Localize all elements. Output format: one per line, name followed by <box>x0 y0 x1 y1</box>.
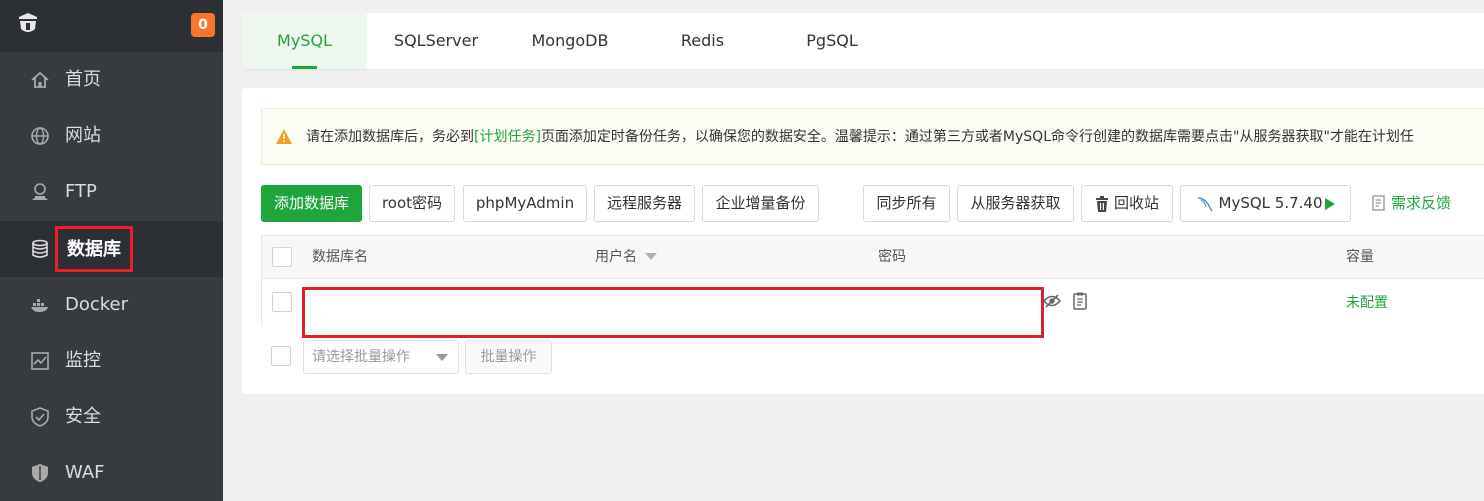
sidebar: 0 首页 网站 FTP 数据库 Docker 监控 安全 WAF <box>0 0 223 501</box>
tab-mongodb[interactable]: MongoDB <box>505 13 635 69</box>
db-type-tabs: MySQL SQLServer MongoDB Redis PgSQL <box>242 13 1484 69</box>
monitor-icon <box>31 352 49 370</box>
mysql-version-label: MySQL 5.7.40 <box>1218 194 1323 212</box>
notification-badge[interactable]: 0 <box>191 13 215 37</box>
sidebar-item-website[interactable]: 网站 <box>0 108 223 164</box>
sidebar-item-docker[interactable]: Docker <box>0 277 223 333</box>
batch-operation-select[interactable]: 请选择批量操作 <box>303 340 459 374</box>
chevron-down-icon <box>436 354 448 361</box>
sync-all-button[interactable]: 同步所有 <box>863 185 950 222</box>
tab-sqlserver[interactable]: SQLServer <box>367 13 505 69</box>
waf-shield-icon <box>32 464 48 482</box>
sidebar-item-label: FTP <box>65 181 97 202</box>
feedback-link[interactable]: 需求反馈 <box>1372 192 1451 214</box>
column-header-user[interactable]: 用户名 <box>595 236 657 279</box>
tab-redis[interactable]: Redis <box>635 13 770 69</box>
root-password-button[interactable]: root密码 <box>369 185 455 222</box>
sidebar-item-label: 监控 <box>65 350 101 371</box>
get-from-server-button[interactable]: 从服务器获取 <box>957 185 1074 222</box>
sort-down-icon <box>645 253 657 260</box>
sidebar-item-monitor[interactable]: 监控 <box>0 333 223 389</box>
column-header-password[interactable]: 密码 <box>878 236 906 279</box>
batch-operation-button[interactable]: 批量操作 <box>465 340 552 374</box>
cron-task-link[interactable]: [计划任务] <box>474 129 541 145</box>
column-header-capacity[interactable]: 容量 <box>1346 236 1374 279</box>
notice-text: 请在添加数据库后，务必到[计划任务]页面添加定时备份任务，以确保您的数据安全。温… <box>306 127 1414 147</box>
remote-server-button[interactable]: 远程服务器 <box>594 185 695 222</box>
capacity-status[interactable]: 未配置 <box>1346 292 1388 314</box>
batch-select-all-checkbox[interactable] <box>271 346 291 366</box>
enterprise-backup-button[interactable]: 企业增量备份 <box>702 185 819 222</box>
sidebar-item-waf[interactable]: WAF <box>0 445 223 501</box>
globe-icon <box>31 127 49 145</box>
ftp-icon <box>32 183 48 200</box>
highlight-box <box>302 287 1044 338</box>
batch-operation-placeholder: 请选择批量操作 <box>312 349 410 365</box>
docker-icon <box>31 299 48 312</box>
recycle-bin-button[interactable]: 回收站 <box>1081 185 1173 222</box>
play-icon <box>1325 197 1336 210</box>
add-database-button[interactable]: 添加数据库 <box>261 185 362 222</box>
database-panel: 请在添加数据库后，务必到[计划任务]页面添加定时备份任务，以确保您的数据安全。温… <box>242 88 1484 394</box>
table-header: 数据库名 用户名 密码 容量 <box>262 236 1484 279</box>
recycle-bin-label: 回收站 <box>1113 194 1159 212</box>
copy-password-icon[interactable] <box>1072 292 1088 310</box>
tab-pgsql[interactable]: PgSQL <box>770 13 894 69</box>
sidebar-item-label: 数据库 <box>55 226 133 272</box>
trash-icon <box>1095 195 1108 212</box>
sidebar-item-label: 网站 <box>65 125 101 146</box>
home-icon <box>31 71 49 88</box>
mysql-dolphin-icon <box>1197 196 1213 211</box>
sidebar-item-home[interactable]: 首页 <box>0 52 223 108</box>
tab-mysql[interactable]: MySQL <box>242 13 367 69</box>
sidebar-item-ftp[interactable]: FTP <box>0 164 223 220</box>
sidebar-item-label: WAF <box>65 462 105 483</box>
sidebar-item-label: Docker <box>65 294 129 315</box>
sidebar-header: 0 <box>0 0 223 52</box>
logo-icon[interactable] <box>17 12 39 36</box>
column-header-user-label: 用户名 <box>595 249 637 265</box>
phpmyadmin-button[interactable]: phpMyAdmin <box>463 185 587 222</box>
mysql-version-button[interactable]: MySQL 5.7.40 <box>1180 185 1351 222</box>
sidebar-item-label: 首页 <box>65 69 101 90</box>
database-icon <box>32 239 48 258</box>
show-password-eye-icon[interactable] <box>1043 294 1061 308</box>
sidebar-item-database[interactable]: 数据库 <box>0 221 223 277</box>
feedback-label: 需求反馈 <box>1391 194 1452 212</box>
backup-notice: 请在添加数据库后，务必到[计划任务]页面添加定时备份任务，以确保您的数据安全。温… <box>261 108 1484 165</box>
notice-text-before: 请在添加数据库后，务必到 <box>306 129 474 145</box>
warning-icon <box>276 129 292 144</box>
row-checkbox[interactable] <box>272 292 292 312</box>
edit-note-icon <box>1372 195 1385 211</box>
sidebar-item-security[interactable]: 安全 <box>0 389 223 445</box>
notice-text-after: 页面添加定时备份任务，以确保您的数据安全。温馨提示：通过第三方或者MySQL命令… <box>540 129 1414 145</box>
column-header-name[interactable]: 数据库名 <box>312 236 368 279</box>
select-all-checkbox[interactable] <box>272 247 292 267</box>
sidebar-item-label: 安全 <box>65 406 101 427</box>
shield-icon <box>31 407 49 427</box>
